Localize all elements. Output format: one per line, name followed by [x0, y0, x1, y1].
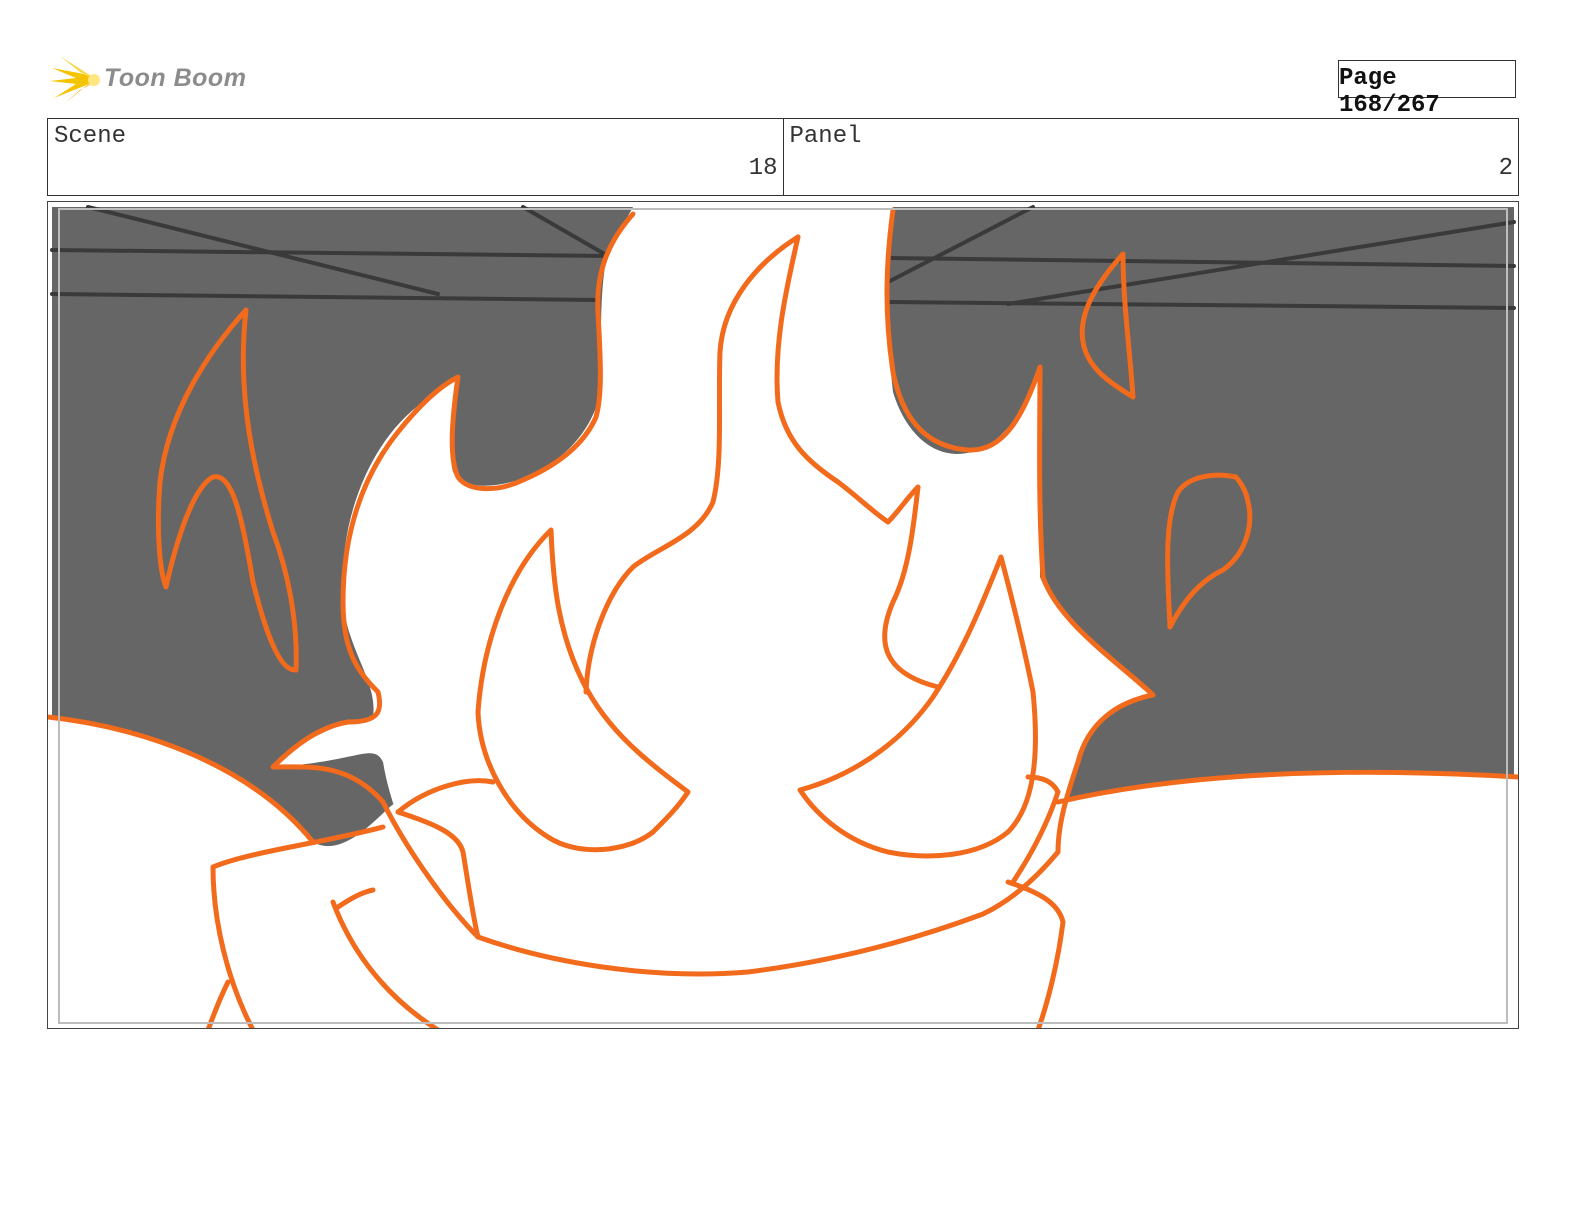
toon-boom-logo: Toon Boom — [50, 54, 250, 108]
flame-sketch — [48, 205, 1518, 1028]
panel-cell: Panel 2 — [782, 119, 1519, 195]
scene-cell: Scene 18 — [48, 119, 783, 195]
page-indicator: Page 168/267 — [1338, 60, 1516, 119]
page-number: Page 168/267 — [1339, 65, 1440, 119]
panel-number: 2 — [1498, 155, 1513, 182]
scene-panel-header: Scene 18 Panel 2 — [47, 118, 1519, 196]
scene-label: Scene — [54, 123, 127, 150]
storyboard-frame — [47, 201, 1519, 1029]
panel-label: Panel — [789, 123, 862, 150]
scene-number: 18 — [748, 155, 778, 182]
logo-text: Toon Boom — [104, 64, 247, 92]
flash-burst-icon — [50, 56, 100, 104]
